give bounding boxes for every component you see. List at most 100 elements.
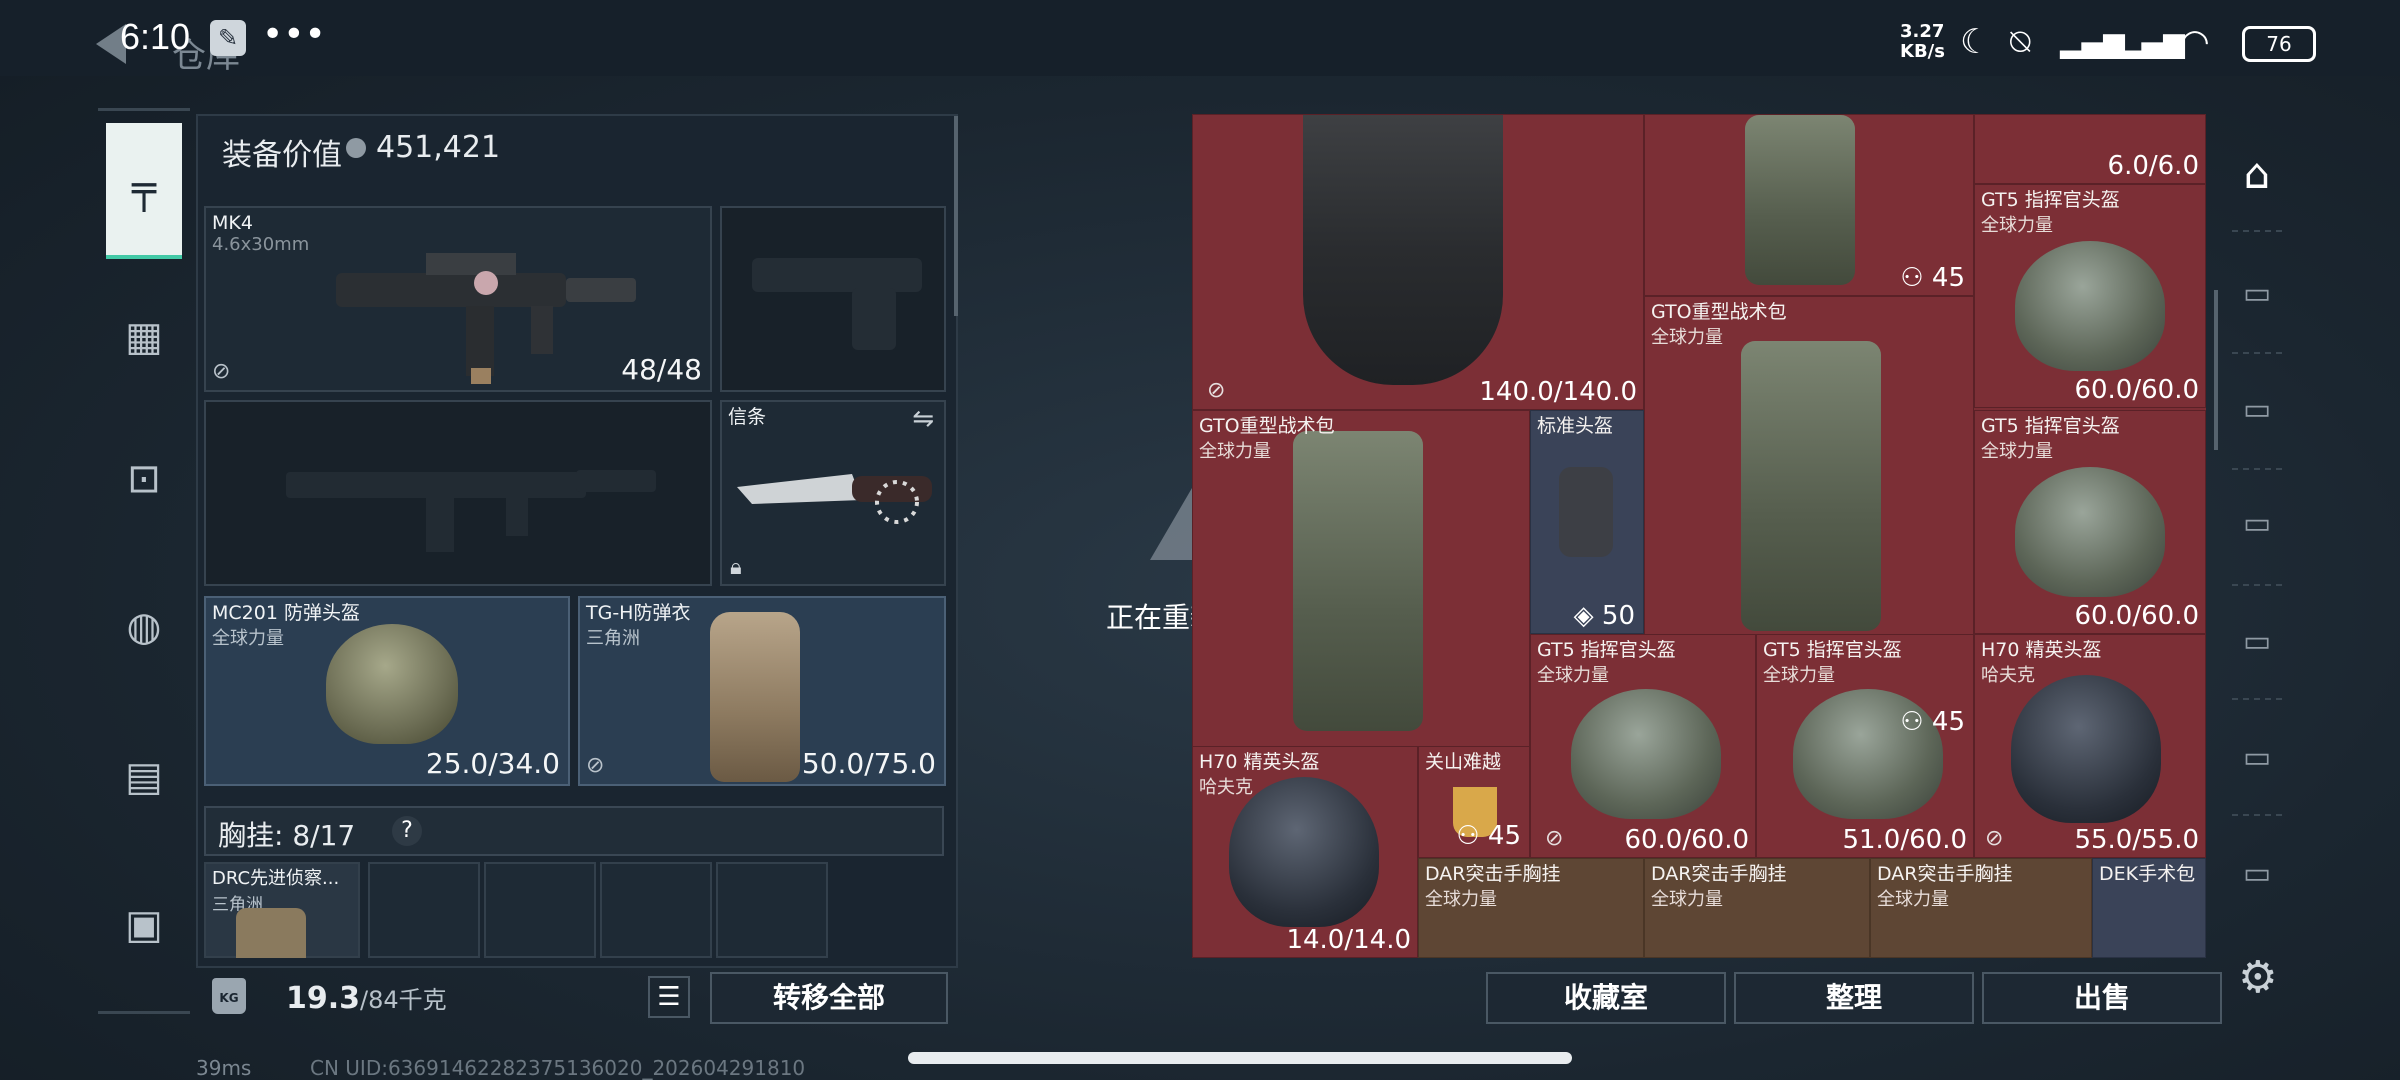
- helmet-name: MC201 防弹头盔: [212, 602, 360, 624]
- weapon-tab-icon[interactable]: ╤: [106, 123, 182, 259]
- weapon-name: MK4: [212, 212, 253, 234]
- stash-tabs: ⌂ ▭ ▭ ▭ ▭ ▭ ▭: [2222, 114, 2292, 958]
- item-name: 标准头盔: [1537, 415, 1614, 437]
- coin-icon: [346, 138, 366, 158]
- item-faction: 全球力量: [1763, 665, 1835, 686]
- armor-faction: 三角洲: [586, 628, 640, 649]
- item-durability: 60.0/60.0: [1624, 825, 1749, 855]
- knife-image: [737, 474, 932, 524]
- more-icon[interactable]: •••: [262, 14, 326, 55]
- item-faction: 全球力量: [1981, 441, 2053, 462]
- count-value: 45: [1931, 707, 1965, 737]
- transfer-all-button[interactable]: 转移全部: [710, 972, 948, 1024]
- stash-tab-4-icon[interactable]: ▭: [2222, 612, 2292, 672]
- item-name: GT5 指挥官头盔: [1763, 639, 1902, 661]
- backpack-image: [1745, 115, 1855, 285]
- secondary-weapon-slot[interactable]: [204, 400, 712, 586]
- item-name: H70 精英头盔: [1981, 639, 2102, 661]
- divider: [2232, 584, 2282, 586]
- scrollbar[interactable]: [954, 116, 958, 316]
- item-durability: 55.0/55.0: [2074, 825, 2199, 855]
- no-insure-icon: ⊘: [1207, 378, 1226, 403]
- sell-button[interactable]: 出售: [1982, 972, 2222, 1024]
- vest-tab-icon[interactable]: ▦: [106, 299, 182, 375]
- gt5-helmet-item[interactable]: GT5 指挥官头盔 全球力量 60.0/60.0: [1974, 410, 2206, 634]
- bag-tab-icon[interactable]: ◍: [106, 589, 182, 665]
- helmet-image: [1229, 777, 1379, 927]
- list-view-button[interactable]: ☰: [648, 976, 690, 1018]
- item-faction: 全球力量: [1981, 215, 2053, 236]
- chest-rig-item[interactable]: DRC先进侦察... 三角洲: [204, 862, 360, 958]
- item-faction: 全球力量: [1651, 327, 1723, 348]
- signal-icon: ▂▄▆: [2060, 26, 2125, 59]
- help-button[interactable]: ?: [392, 816, 422, 846]
- status-bar: 仓库 6:10 ✎ ••• 3.27 KB/s ☾ ⍉ ▂▄▆ ▂▄▆ ◠ 76: [0, 0, 2400, 76]
- chest-rig-item[interactable]: DAR突击手胸挂 全球力量: [1644, 858, 1870, 958]
- h70-helmet-item[interactable]: H70 精英头盔 哈夫克 ⊘ 55.0/55.0: [1974, 634, 2206, 858]
- armor-slot[interactable]: TG-H防弹衣 三角洲 ⊘ 50.0/75.0: [578, 596, 946, 786]
- stash-tab-2-icon[interactable]: ▭: [2222, 380, 2292, 440]
- divider: [2232, 468, 2282, 470]
- settings-gear-icon[interactable]: ⚙: [2238, 952, 2277, 1003]
- chest-rig-item[interactable]: DAR突击手胸挂 全球力量: [1418, 858, 1644, 958]
- lock-icon: 🔒︎: [730, 555, 742, 580]
- pistol-slot[interactable]: [720, 206, 946, 392]
- moon-icon: ☾: [1960, 22, 1991, 62]
- clipboard-tab-icon[interactable]: ▤: [106, 739, 182, 815]
- swap-icon[interactable]: ⇋: [912, 404, 934, 434]
- armor-image: [710, 612, 800, 782]
- gt5-helmet-item[interactable]: GT5 指挥官头盔 全球力量 51.0/60.0: [1756, 634, 1974, 858]
- count-value: 45: [1931, 263, 1965, 293]
- rig-slot[interactable]: [368, 862, 480, 958]
- home-stash-icon[interactable]: ⌂: [2222, 144, 2292, 204]
- collection-room-button[interactable]: 收藏室: [1486, 972, 1726, 1024]
- item-faction: 全球力量: [1651, 889, 1723, 910]
- item-name: GTO重型战术包: [1651, 301, 1787, 323]
- item-faction: 哈夫克: [1981, 665, 2035, 686]
- item-name: DAR突击手胸挂: [1877, 863, 2013, 885]
- helmet-slot[interactable]: MC201 防弹头盔 全球力量 25.0/34.0: [204, 596, 570, 786]
- item-count: ◈ 50: [1573, 601, 1635, 631]
- count-value: 50: [1601, 601, 1635, 631]
- gt5-helmet-item[interactable]: GT5 指挥官头盔 全球力量 60.0/60.0: [1974, 184, 2206, 408]
- item-count: ⚇ 45: [1900, 707, 1965, 737]
- item-count: ⚇ 45: [1900, 263, 1965, 293]
- stash-tab-3-icon[interactable]: ▭: [2222, 494, 2292, 554]
- count-value: 45: [1487, 821, 1521, 851]
- home-indicator[interactable]: [908, 1052, 1572, 1064]
- rig-slot[interactable]: [600, 862, 712, 958]
- value-label: 装备价值: [222, 138, 342, 173]
- item-faction: 全球力量: [1199, 441, 1271, 462]
- rig-slot[interactable]: [484, 862, 596, 958]
- backpack-tab-icon[interactable]: ⊡: [106, 441, 182, 517]
- chest-rig-label: 胸挂: 8/17: [218, 814, 355, 854]
- primary-weapon-slot[interactable]: MK4 4.6x30mm ⊘ 48/48: [204, 206, 712, 392]
- standard-helmet-item[interactable]: 标准头盔 ◈ 50: [1530, 410, 1644, 634]
- medkit-item[interactable]: DEK手术包: [2092, 858, 2206, 958]
- item-count: ⚇ 45: [1456, 821, 1521, 851]
- gt5-helmet-item[interactable]: GT5 指挥官头盔 全球力量 ⊘ 60.0/60.0: [1530, 634, 1756, 858]
- h70-helmet-item[interactable]: H70 精英头盔 哈夫克 14.0/14.0: [1192, 746, 1418, 958]
- case-tab-icon[interactable]: ▣: [106, 887, 182, 963]
- helmet-durability: 25.0/34.0: [425, 747, 560, 780]
- chest-rig-item[interactable]: DAR突击手胸挂 全球力量: [1870, 858, 2092, 958]
- stash-scrollbar[interactable]: [2214, 290, 2218, 450]
- backpack-image: [1741, 341, 1881, 631]
- item-durability: 51.0/60.0: [1842, 825, 1967, 855]
- stash-tab-6-icon[interactable]: ▭: [2222, 844, 2292, 904]
- backpack-item[interactable]: ⚇ 45: [1644, 114, 1974, 296]
- stash-tab-1-icon[interactable]: ▭: [2222, 264, 2292, 324]
- helmet-image: [1571, 689, 1721, 819]
- stash-tab-5-icon[interactable]: ▭: [2222, 728, 2292, 788]
- small-item[interactable]: 6.0/6.0: [1974, 114, 2206, 184]
- helmet-image: [2015, 241, 2165, 371]
- chest-rig-header: 胸挂: 8/17 ?: [204, 806, 944, 856]
- helmet-image: [1559, 467, 1613, 557]
- rig-slot[interactable]: [716, 862, 828, 958]
- melee-slot[interactable]: 信条 ⇋ 🔒︎: [720, 400, 946, 586]
- sort-button[interactable]: 整理: [1734, 972, 1974, 1024]
- chest-item-name: DRC先进侦察...: [212, 868, 340, 889]
- chest-item-image: [236, 908, 306, 958]
- item-durability: 140.0/140.0: [1479, 377, 1637, 407]
- armor-item[interactable]: ⊘ 140.0/140.0: [1192, 114, 1644, 410]
